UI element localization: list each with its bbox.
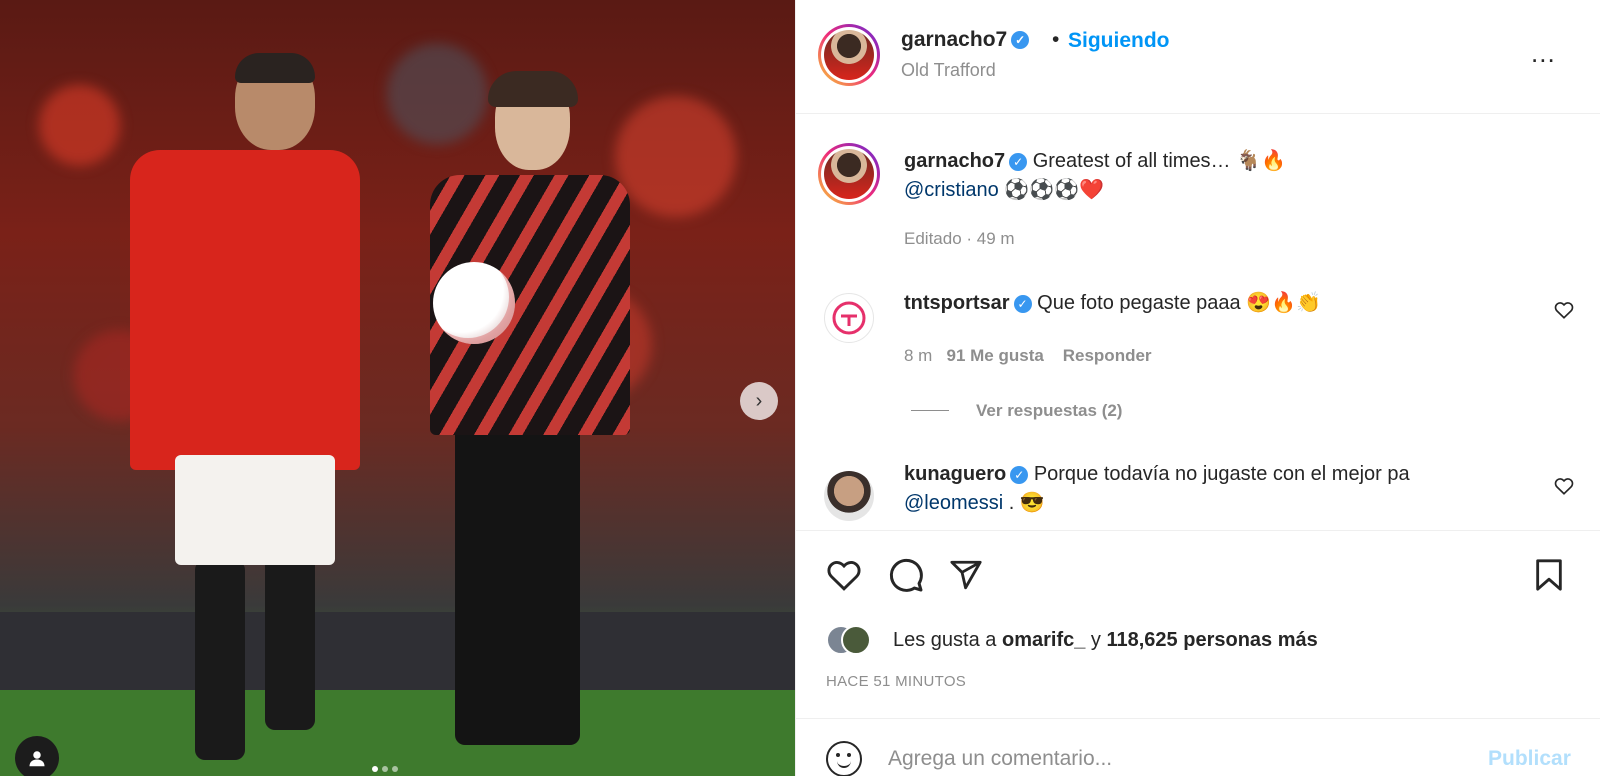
following-button[interactable]: Siguiendo	[1068, 29, 1170, 53]
more-options-icon[interactable]: ...	[1531, 38, 1556, 69]
verified-icon: ✓	[1010, 465, 1029, 484]
carousel-dot	[372, 766, 378, 772]
comment-mention[interactable]: @leomessi	[904, 492, 1003, 514]
carousel-dot	[392, 766, 398, 772]
author-username[interactable]: garnacho7 ✓	[901, 28, 1030, 52]
user-icon	[29, 751, 45, 767]
post-side-panel: garnacho7 ✓ • Siguiendo Old Trafford ... …	[795, 0, 1600, 776]
comment-avatar-tntsports[interactable]	[824, 293, 874, 343]
author-avatar[interactable]	[818, 24, 880, 86]
reply-button[interactable]: Responder	[1063, 346, 1152, 365]
verified-icon: ✓	[1009, 152, 1028, 171]
separator-dot: •	[1052, 28, 1060, 51]
comment-1-meta: 8 m 91 Me gusta Responder	[904, 346, 1152, 366]
replies-line	[911, 410, 949, 411]
carousel-next-button[interactable]: ›	[740, 382, 778, 420]
comment-input[interactable]	[888, 741, 1448, 776]
publish-button[interactable]: Publicar	[1488, 747, 1571, 771]
comment-2-text: kunaguero ✓ Porque todavía no jugaste con…	[904, 460, 1524, 518]
comment-1-text: tntsportsar ✓ Que foto pegaste paaa 😍🔥👏	[904, 289, 1524, 318]
author-username-text: garnacho7	[901, 28, 1008, 51]
comment-body: Que foto pegaste paaa 😍🔥👏	[1037, 292, 1321, 314]
verified-icon: ✓	[1013, 294, 1032, 313]
comment-composer: Publicar	[796, 718, 1600, 776]
post-actions: Les gusta a omarifc_ y 118,625 personas …	[796, 530, 1600, 720]
caption-username[interactable]: garnacho7	[904, 150, 1005, 172]
share-icon[interactable]	[946, 555, 986, 595]
emoji-icon[interactable]	[826, 741, 862, 776]
like-icon[interactable]	[824, 555, 864, 595]
caption-meta: Editado · 49 m	[904, 229, 1015, 248]
comment-likes[interactable]: 91 Me gusta	[947, 346, 1044, 365]
view-replies-button[interactable]: Ver respuestas (2)	[976, 401, 1122, 421]
post-header: garnacho7 ✓ • Siguiendo Old Trafford ...	[796, 0, 1600, 114]
post-photo[interactable]: ›	[0, 0, 795, 776]
post-timestamp[interactable]: HACE 51 MINUTOS	[826, 673, 966, 690]
carousel-dot	[382, 766, 388, 772]
comment-username[interactable]: kunaguero	[904, 463, 1006, 485]
caption-avatar[interactable]	[818, 143, 880, 205]
caption-emojis: ⚽⚽⚽❤️	[1004, 179, 1104, 201]
save-icon[interactable]	[1529, 555, 1569, 595]
caption: garnacho7 ✓ Greatest of all times… 🐐🔥 @cr…	[904, 147, 1544, 205]
comment-username[interactable]: tntsportsar	[904, 292, 1010, 314]
comment-like-icon[interactable]	[1554, 301, 1574, 324]
comment-suffix: . 😎	[1008, 492, 1045, 514]
liked-by-user[interactable]: omarifc_	[1002, 629, 1085, 651]
tagged-users-button[interactable]	[15, 736, 59, 776]
comments-list[interactable]: garnacho7 ✓ Greatest of all times… 🐐🔥 @cr…	[796, 115, 1600, 530]
carousel-indicator	[372, 766, 398, 772]
caption-mention[interactable]: @cristiano	[904, 179, 999, 201]
comment-like-icon[interactable]	[1554, 477, 1574, 500]
verified-icon: ✓	[1011, 31, 1030, 50]
player-training-kit	[370, 71, 630, 775]
liked-by-avatars[interactable]	[826, 625, 871, 657]
player-red-kit	[100, 53, 400, 775]
comment-icon[interactable]	[886, 555, 926, 595]
post-location[interactable]: Old Trafford	[901, 60, 996, 81]
comment-time: 8 m	[904, 346, 933, 365]
comment-avatar-kunaguero[interactable]	[824, 471, 874, 521]
comment-body: Porque todavía no jugaste con el mejor p…	[1033, 463, 1410, 485]
football	[433, 262, 515, 344]
likes-summary: Les gusta a omarifc_ y 118,625 personas …	[893, 629, 1318, 651]
chevron-right-icon: ›	[755, 389, 763, 412]
caption-text: Greatest of all times… 🐐🔥	[1032, 150, 1286, 172]
likes-count[interactable]: 118,625 personas más	[1106, 629, 1317, 651]
tnt-logo-icon	[832, 301, 866, 335]
